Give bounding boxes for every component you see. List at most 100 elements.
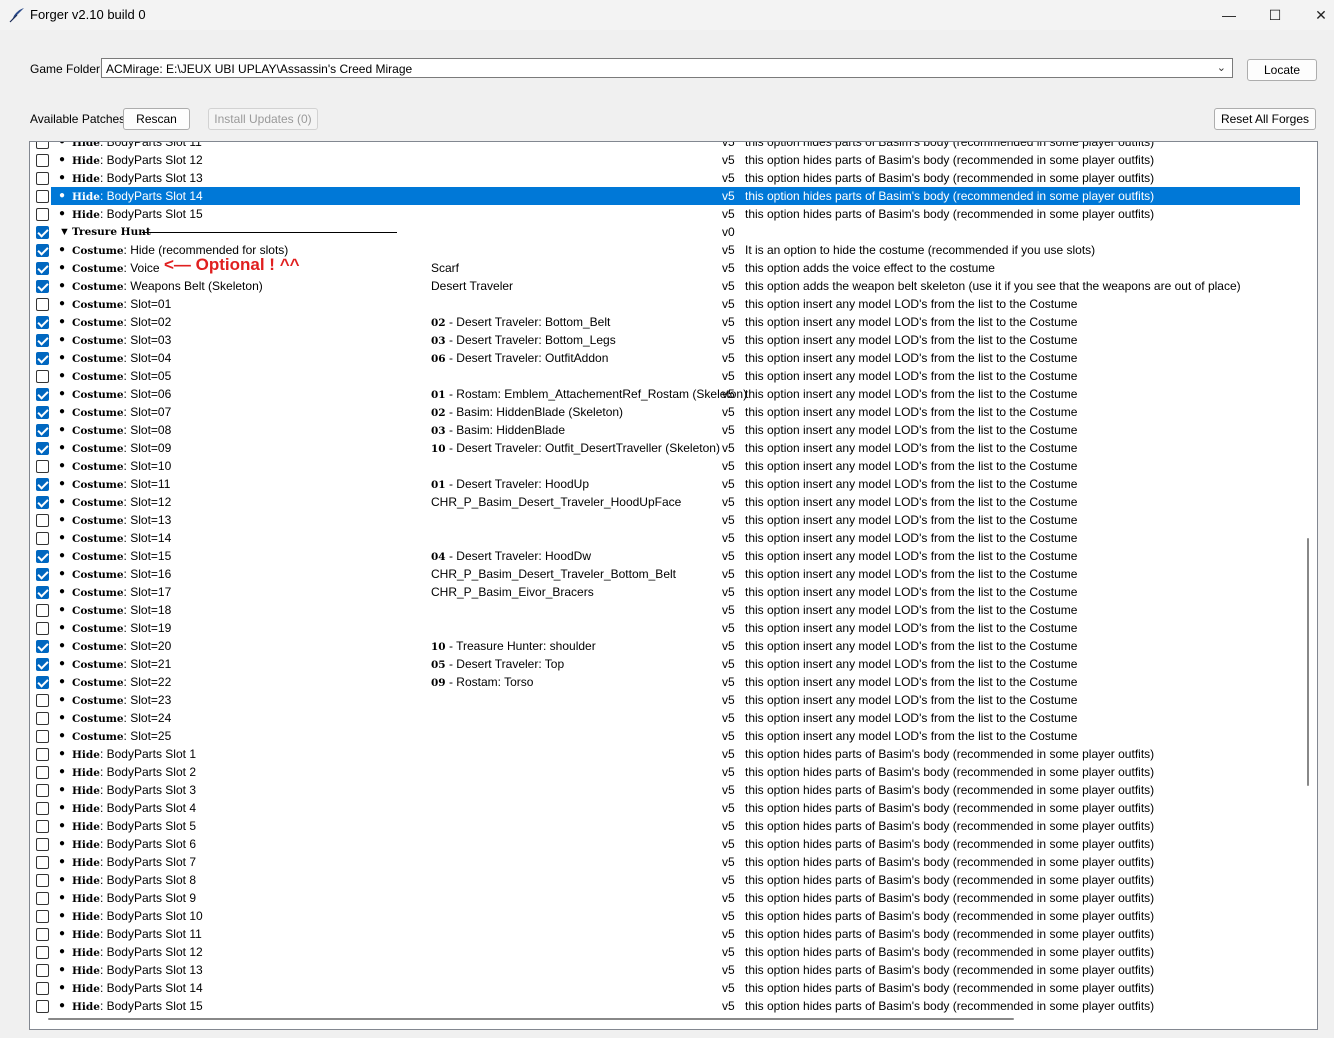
list-item[interactable]: ● Costume: Slot=13 v5 this option insert an…: [30, 511, 1300, 529]
row-checkbox[interactable]: [36, 676, 49, 689]
collapse-arrow-icon[interactable]: ▼: [59, 223, 70, 241]
row-checkbox[interactable]: [36, 208, 49, 221]
horizontal-scroll-thumb[interactable]: [48, 1018, 1014, 1020]
reset-all-forges-button[interactable]: Reset All Forges: [1214, 108, 1316, 130]
list-item[interactable]: ● Costume: Slot=17 CHR_P_Basim_Eivor_Brace…: [30, 583, 1300, 601]
row-checkbox[interactable]: [36, 694, 49, 707]
row-checkbox[interactable]: [36, 388, 49, 401]
row-checkbox[interactable]: [36, 784, 49, 797]
list-item[interactable]: ● Hide: BodyParts Slot 12 v5 this option hi…: [30, 151, 1300, 169]
row-checkbox[interactable]: [36, 928, 49, 941]
row-checkbox[interactable]: [36, 802, 49, 815]
list-item[interactable]: ● Costume: Weapons Belt (Skeleton) Desert …: [30, 277, 1300, 295]
rescan-button[interactable]: Rescan: [123, 108, 190, 130]
row-checkbox[interactable]: [36, 496, 49, 509]
vertical-scrollbar[interactable]: [1303, 142, 1317, 1018]
list-item[interactable]: ● Hide: BodyParts Slot 14 v5 this option hi…: [30, 979, 1300, 997]
row-checkbox[interactable]: [36, 640, 49, 653]
row-checkbox[interactable]: [36, 280, 49, 293]
row-checkbox[interactable]: [36, 550, 49, 563]
list-item[interactable]: ● Costume: Slot=01 v5 this option insert an…: [30, 295, 1300, 313]
row-checkbox[interactable]: [36, 568, 49, 581]
list-item[interactable]: ● Costume: Slot=23 v5 this option insert an…: [30, 691, 1300, 709]
list-item[interactable]: ● Costume: Slot=10 v5 this option insert an…: [30, 457, 1300, 475]
row-checkbox[interactable]: [36, 352, 49, 365]
list-item[interactable]: ● Hide: BodyParts Slot 12 v5 this option hi…: [30, 943, 1300, 961]
row-checkbox[interactable]: [36, 820, 49, 833]
list-item[interactable]: ● Costume: Slot=12 CHR_P_Basim_Desert_Trav…: [30, 493, 1300, 511]
list-item[interactable]: ● Costume: Slot=22 09 - Rostam: Torso v5 thi…: [30, 673, 1300, 691]
list-item[interactable]: ● Costume: Slot=24 v5 this option insert an…: [30, 709, 1300, 727]
list-item[interactable]: ● Hide: BodyParts Slot 3 v5 this option hid…: [30, 781, 1300, 799]
minimize-button[interactable]: —: [1206, 0, 1252, 30]
row-checkbox[interactable]: [36, 982, 49, 995]
row-checkbox[interactable]: [36, 532, 49, 545]
row-checkbox[interactable]: [36, 712, 49, 725]
row-checkbox[interactable]: [36, 604, 49, 617]
row-checkbox[interactable]: [36, 298, 49, 311]
list-item[interactable]: ● Hide: BodyParts Slot 7 v5 this option hid…: [30, 853, 1300, 871]
group-row[interactable]: ▼ Tresure Hunt v0: [30, 223, 1300, 241]
row-checkbox[interactable]: [36, 172, 49, 185]
list-item[interactable]: ● Costume: Slot=05 v5 this option insert an…: [30, 367, 1300, 385]
list-item[interactable]: ● Costume: Slot=19 v5 this option insert an…: [30, 619, 1300, 637]
list-item[interactable]: ● Hide: BodyParts Slot 2 v5 this option hid…: [30, 763, 1300, 781]
locate-button[interactable]: Locate: [1247, 59, 1317, 81]
row-checkbox[interactable]: [36, 142, 49, 149]
row-checkbox[interactable]: [36, 334, 49, 347]
row-checkbox[interactable]: [36, 460, 49, 473]
horizontal-scrollbar[interactable]: [30, 1012, 1303, 1028]
list-item[interactable]: ● Costume: Slot=14 v5 this option insert an…: [30, 529, 1300, 547]
row-checkbox[interactable]: [36, 424, 49, 437]
row-checkbox[interactable]: [36, 370, 49, 383]
list-item[interactable]: ● Costume: Slot=07 02 - Basim: HiddenBlade…: [30, 403, 1300, 421]
list-item[interactable]: ● Costume: Slot=25 v5 this option insert an…: [30, 727, 1300, 745]
row-checkbox[interactable]: [36, 478, 49, 491]
row-checkbox[interactable]: [36, 442, 49, 455]
row-checkbox[interactable]: [36, 856, 49, 869]
list-item[interactable]: ● Costume: Slot=03 03 - Desert Traveler: B…: [30, 331, 1300, 349]
row-checkbox[interactable]: [36, 892, 49, 905]
list-item[interactable]: ● Costume: Voice <— Optional ! ^^ Scarf v5 th…: [30, 256, 1300, 277]
list-item[interactable]: ● Costume: Slot=09 10 - Desert Traveler: O…: [30, 439, 1300, 457]
list-item[interactable]: ● Costume: Slot=15 04 - Desert Traveler: H…: [30, 547, 1300, 565]
row-checkbox[interactable]: [36, 766, 49, 779]
list-item[interactable]: ● Costume: Slot=11 01 - Desert Traveler: H…: [30, 475, 1300, 493]
vertical-scroll-thumb[interactable]: [1307, 538, 1309, 786]
row-checkbox[interactable]: [36, 874, 49, 887]
row-checkbox[interactable]: [36, 262, 49, 275]
list-item[interactable]: ● Hide: BodyParts Slot 8 v5 this option hid…: [30, 871, 1300, 889]
row-checkbox[interactable]: [36, 514, 49, 527]
list-item[interactable]: ● Hide: BodyParts Slot 1 v5 this option hid…: [30, 745, 1300, 763]
list-item[interactable]: ● Costume: Slot=20 10 - Treasure Hunter: s…: [30, 637, 1300, 655]
list-item[interactable]: ● Hide: BodyParts Slot 14 v5 this option hi…: [30, 187, 1300, 205]
close-button[interactable]: ✕: [1298, 0, 1334, 30]
row-checkbox[interactable]: [36, 946, 49, 959]
list-item[interactable]: ● Hide: BodyParts Slot 13 v5 this option hi…: [30, 169, 1300, 187]
row-checkbox[interactable]: [36, 316, 49, 329]
list-item[interactable]: ● Costume: Slot=08 03 - Basim: HiddenBlade…: [30, 421, 1300, 439]
list-item[interactable]: ● Costume: Slot=21 05 - Desert Traveler: T…: [30, 655, 1300, 673]
row-checkbox[interactable]: [36, 226, 49, 239]
list-item[interactable]: ● Hide: BodyParts Slot 15 v5 this option hi…: [30, 205, 1300, 223]
row-checkbox[interactable]: [36, 964, 49, 977]
row-checkbox[interactable]: [36, 658, 49, 671]
list-item[interactable]: ● Costume: Slot=16 CHR_P_Basim_Desert_Trav…: [30, 565, 1300, 583]
list-item[interactable]: ● Hide: BodyParts Slot 9 v5 this option hid…: [30, 889, 1300, 907]
patches-list[interactable]: ● Hide: BodyParts Slot 11 v5 this option hi…: [29, 141, 1318, 1030]
row-checkbox[interactable]: [36, 154, 49, 167]
list-item[interactable]: ● Hide: BodyParts Slot 5 v5 this option hid…: [30, 817, 1300, 835]
list-item[interactable]: ● Hide: BodyParts Slot 13 v5 this option hi…: [30, 961, 1300, 979]
row-checkbox[interactable]: [36, 838, 49, 851]
list-item[interactable]: ● Costume: Slot=06 01 - Rostam: Emblem_Att…: [30, 385, 1300, 403]
game-folder-select[interactable]: ACMirage: E:\JEUX UBI UPLAY\Assassin's C…: [101, 58, 1233, 78]
list-item[interactable]: ● Costume: Slot=18 v5 this option insert an…: [30, 601, 1300, 619]
list-item[interactable]: ● Costume: Slot=02 02 - Desert Traveler: B…: [30, 313, 1300, 331]
list-item[interactable]: ● Hide: BodyParts Slot 11 v5 this option hi…: [30, 925, 1300, 943]
row-checkbox[interactable]: [36, 244, 49, 257]
list-item[interactable]: ● Hide: BodyParts Slot 4 v5 this option hid…: [30, 799, 1300, 817]
row-checkbox[interactable]: [36, 730, 49, 743]
row-checkbox[interactable]: [36, 622, 49, 635]
row-checkbox[interactable]: [36, 190, 49, 203]
list-item[interactable]: ● Hide: BodyParts Slot 11 v5 this option hi…: [30, 142, 1300, 151]
